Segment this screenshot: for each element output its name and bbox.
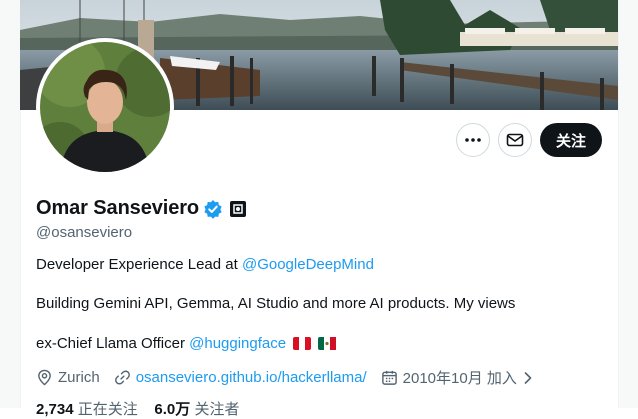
profile-name-row: Omar Sanseviero [36,197,247,220]
more-horizontal-icon [465,138,481,142]
location-item: Zurich [36,369,100,386]
following-count[interactable]: 2,734 正在关注 [36,401,138,418]
profile-actions: 关注 [455,123,602,157]
follow-counts: 2,734 正在关注 6.0万 关注者 [36,398,239,419]
bio-text: Developer Experience Lead at [36,256,242,273]
website-item: osanseviero.github.io/hackerllama/ [114,369,367,386]
peru-flag-icon [293,337,312,350]
envelope-icon [506,133,524,147]
website-link[interactable]: osanseviero.github.io/hackerllama/ [136,369,367,386]
location-text: Zurich [58,369,100,386]
bio-text: Building Gemini API, Gemma, AI Studio an… [36,295,516,312]
followers-count[interactable]: 6.0万 关注者 [154,401,239,418]
profile-name: Omar Sanseviero [36,197,200,219]
link-icon [114,370,130,385]
profile-avatar[interactable] [36,38,174,176]
affiliation-logo-icon[interactable] [229,200,247,218]
more-button[interactable] [455,123,490,157]
bio-line-1: Developer Experience Lead at @GoogleDeep… [36,256,374,273]
follow-button[interactable]: 关注 [539,123,602,157]
chevron-right-icon [524,371,532,384]
bio-line-3: ex-Chief Llama Officer @huggingface [36,335,337,352]
profile-handle: @osanseviero [36,224,133,241]
bio-line-2: Building Gemini API, Gemma, AI Studio an… [36,295,515,312]
mention-link[interactable]: @huggingface [189,335,286,352]
profile-meta: Zurich osanseviero.github.io/hackerllama… [36,367,548,388]
joined-text: 2010年10月 加入 [402,370,517,387]
page-gutter-right [618,0,638,408]
message-button[interactable] [497,123,532,157]
calendar-icon [381,370,397,385]
verified-badge-icon[interactable] [203,199,223,219]
page-gutter-left [0,0,21,408]
mention-link[interactable]: @GoogleDeepMind [242,256,374,273]
location-pin-icon [38,369,51,386]
joined-item[interactable]: 2010年10月 加入 [381,367,534,388]
bio-text: ex-Chief Llama Officer [36,335,190,352]
mexico-flag-icon [318,337,337,350]
